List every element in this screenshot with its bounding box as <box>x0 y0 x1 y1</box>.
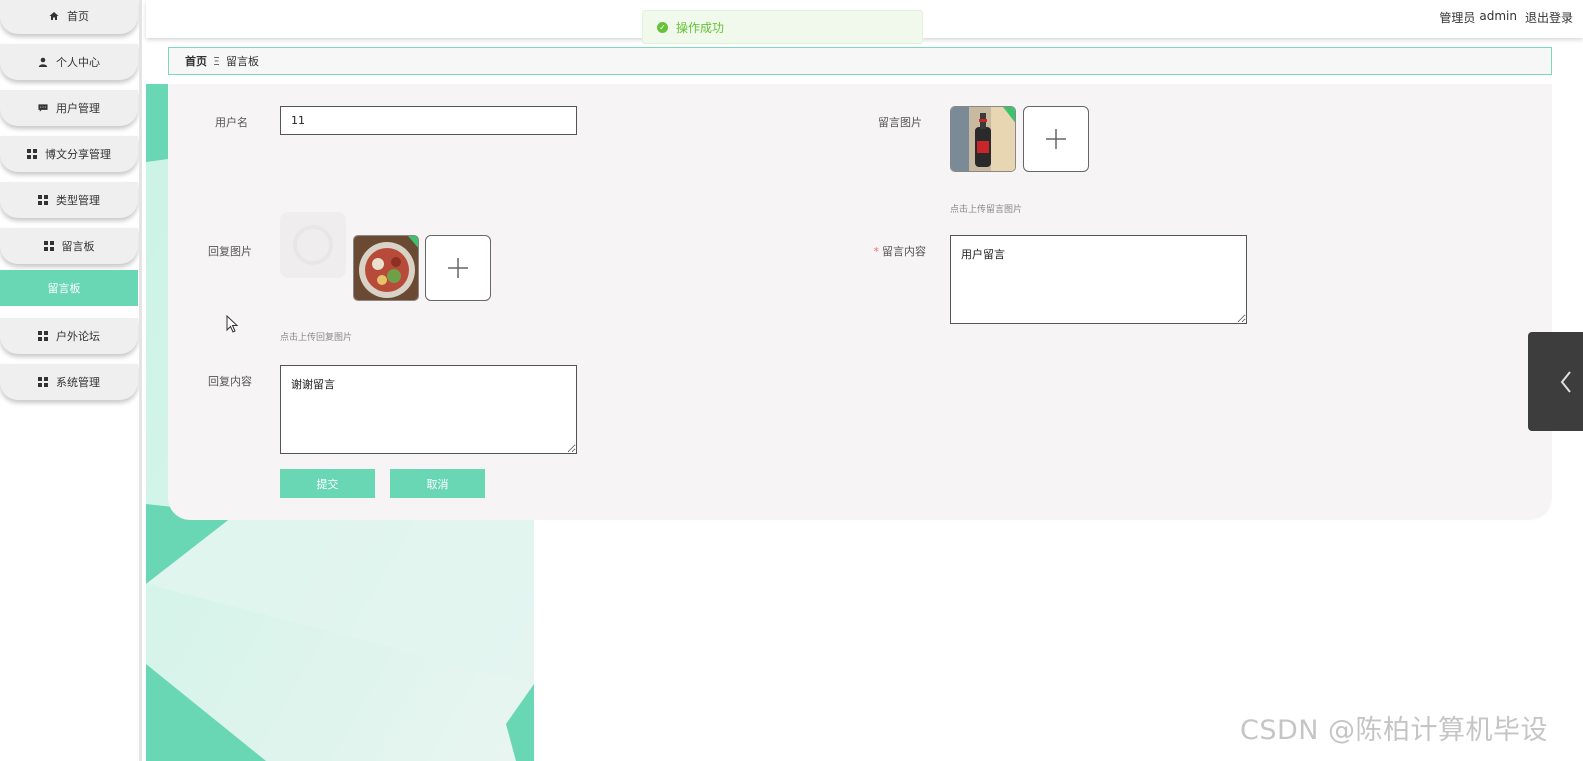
home-icon <box>49 11 59 21</box>
grid-icon <box>38 331 48 341</box>
sidebar-item-label: 首页 <box>67 10 89 23</box>
grid-icon <box>38 195 48 205</box>
sidebar-item-label: 用户管理 <box>56 102 100 115</box>
grid-icon <box>43 241 54 251</box>
sidebar-divider <box>139 0 142 761</box>
sidebar-item-label: 留言板 <box>61 240 95 253</box>
message-content-label-text: 留言内容 <box>882 245 926 258</box>
reply-image-thumbnail[interactable] <box>353 235 419 301</box>
sidebar-item-outdoor-forum[interactable]: 户外论坛 <box>0 318 138 354</box>
breadcrumb: 首页 Ξ 留言板 <box>168 47 1552 75</box>
reply-image-ghost <box>280 212 346 278</box>
user-icon <box>38 57 48 67</box>
logout-link[interactable]: 退出登录 <box>1525 9 1573 26</box>
sidebar: 首页 个人中心 用户管理 博文分享管理 类型管理 留言板 留言板 户外论坛 系统… <box>0 0 140 761</box>
sidebar-item-system[interactable]: 系统管理 <box>0 364 138 400</box>
message-content-textarea[interactable] <box>950 235 1247 324</box>
sidebar-subitem-guestbook[interactable]: 留言板 <box>0 270 138 306</box>
grid-icon <box>38 377 48 387</box>
user-role: 管理员 <box>1439 11 1476 25</box>
sidebar-subitem-label: 留言板 <box>47 282 81 295</box>
sidebar-item-label: 个人中心 <box>56 56 100 69</box>
message-image-thumbnail[interactable] <box>950 106 1016 172</box>
reply-image-hint: 点击上传回复图片 <box>280 333 353 343</box>
mouse-cursor-icon <box>226 315 239 333</box>
plus-icon <box>1046 129 1066 149</box>
reply-content-textarea[interactable] <box>280 365 577 454</box>
message-image-label: 留言图片 <box>878 116 922 129</box>
success-toast: ✓ 操作成功 <box>642 10 923 44</box>
sidebar-item-label: 系统管理 <box>56 376 100 389</box>
check-circle-icon: ✓ <box>657 21 668 33</box>
sidebar-item-label: 户外论坛 <box>56 330 100 343</box>
sidebar-item-label: 类型管理 <box>56 194 100 207</box>
user-info: 管理员 admin 退出登录 <box>1439 9 1573 26</box>
submit-button[interactable]: 提交 <box>280 469 375 498</box>
sidebar-item-users[interactable]: 用户管理 <box>0 90 138 126</box>
chevron-left-icon <box>1560 370 1571 393</box>
username-label: 用户名 <box>215 116 248 129</box>
reply-image-label: 回复图片 <box>208 245 252 258</box>
breadcrumb-home[interactable]: 首页 <box>185 53 207 69</box>
toast-message: 操作成功 <box>676 20 725 35</box>
reply-content-label: 回复内容 <box>208 375 252 388</box>
message-content-label: * 留言内容 <box>846 243 927 259</box>
sidebar-item-home[interactable]: 首页 <box>0 0 138 34</box>
username-input[interactable] <box>280 106 577 135</box>
drawer-toggle[interactable] <box>1528 332 1583 431</box>
watermark: CSDN @陈柏计算机毕设 <box>1240 715 1549 746</box>
form-panel <box>168 84 1552 520</box>
message-image-upload-button[interactable] <box>1023 106 1089 172</box>
breadcrumb-current: 留言板 <box>225 55 259 68</box>
sidebar-item-profile[interactable]: 个人中心 <box>0 44 138 80</box>
message-icon <box>38 103 48 113</box>
message-image-hint: 点击上传留言图片 <box>950 205 1023 215</box>
grid-icon <box>27 149 37 159</box>
reply-image-upload-button[interactable] <box>425 235 491 301</box>
username: admin <box>1479 9 1517 23</box>
sidebar-item-types[interactable]: 类型管理 <box>0 182 138 218</box>
required-asterisk: * <box>873 245 880 258</box>
cancel-button[interactable]: 取消 <box>390 469 485 498</box>
sidebar-item-label: 博文分享管理 <box>45 148 111 161</box>
plus-icon <box>448 258 468 278</box>
breadcrumb-separator: Ξ <box>213 54 220 68</box>
sidebar-item-guestbook[interactable]: 留言板 <box>0 228 138 264</box>
sidebar-item-blog-share[interactable]: 博文分享管理 <box>0 136 138 172</box>
